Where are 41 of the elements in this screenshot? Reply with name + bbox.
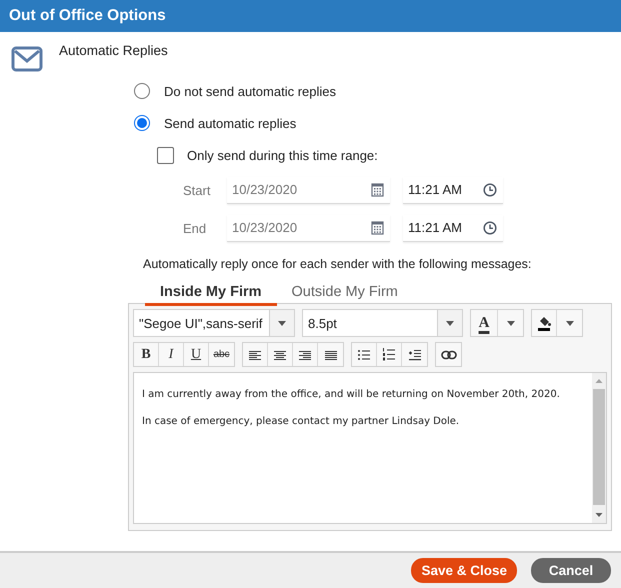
clock-icon xyxy=(483,220,497,234)
mail-icon xyxy=(11,46,43,72)
checkbox[interactable] xyxy=(157,146,174,164)
time-field[interactable]: 11:21 AM xyxy=(403,214,503,242)
radio-label: Send automatic replies xyxy=(164,116,296,130)
tab[interactable]: Outside My Firm xyxy=(276,281,413,306)
date-field[interactable]: 10/23/2020 xyxy=(227,214,390,242)
caret-icon xyxy=(566,320,574,326)
save-button[interactable]: Save & Close xyxy=(411,558,517,583)
align-left-icon xyxy=(248,348,262,361)
numbered-list-icon xyxy=(382,348,396,361)
paint-bucket-icon xyxy=(537,315,551,331)
radio-button[interactable] xyxy=(134,115,150,131)
size-dropdown[interactable]: 8.5pt xyxy=(302,309,463,337)
cancel-button[interactable]: Cancel xyxy=(531,558,611,583)
message-editor[interactable]: I am currently away from the office, and will be returning on November 20th, 2020. In case of emergency, please contact my partner Lindsay Dole. xyxy=(133,372,607,524)
caret-icon xyxy=(278,320,286,326)
calendar-icon xyxy=(371,182,384,196)
field-label: Start xyxy=(183,182,212,198)
field-label: End xyxy=(183,220,208,236)
time-field[interactable]: 11:21 AM xyxy=(403,176,503,204)
caret-icon xyxy=(446,320,454,326)
message-paragraph: I am currently away from the office, and will be returning on November 20th, 2020. xyxy=(142,389,561,400)
message-paragraph: In case of emergency, please contact my partner Lindsay Dole. xyxy=(142,416,460,427)
align-justify-icon xyxy=(324,348,338,361)
font-dropdown[interactable]: "Segoe UI",sans-serif xyxy=(133,309,295,337)
align-center-icon xyxy=(273,348,287,361)
date-field[interactable]: 10/23/2020 xyxy=(227,176,390,204)
align-right-icon xyxy=(298,348,312,361)
section-title: Automatic Replies xyxy=(59,43,168,58)
radio-label: Do not send automatic replies xyxy=(164,84,336,98)
caret-icon xyxy=(506,320,514,326)
instruction-text: Automatically reply once for each sender with the following messages: xyxy=(143,257,532,271)
indent-icon xyxy=(408,348,422,360)
link-icon xyxy=(440,350,456,360)
checkbox-label: Only send during this time range: xyxy=(187,148,378,162)
clock-icon xyxy=(483,182,497,196)
calendar-icon xyxy=(371,220,384,234)
radio-button[interactable] xyxy=(134,83,150,99)
window-title: Out of Office Options xyxy=(9,7,166,25)
bullet-list-icon xyxy=(357,348,371,360)
